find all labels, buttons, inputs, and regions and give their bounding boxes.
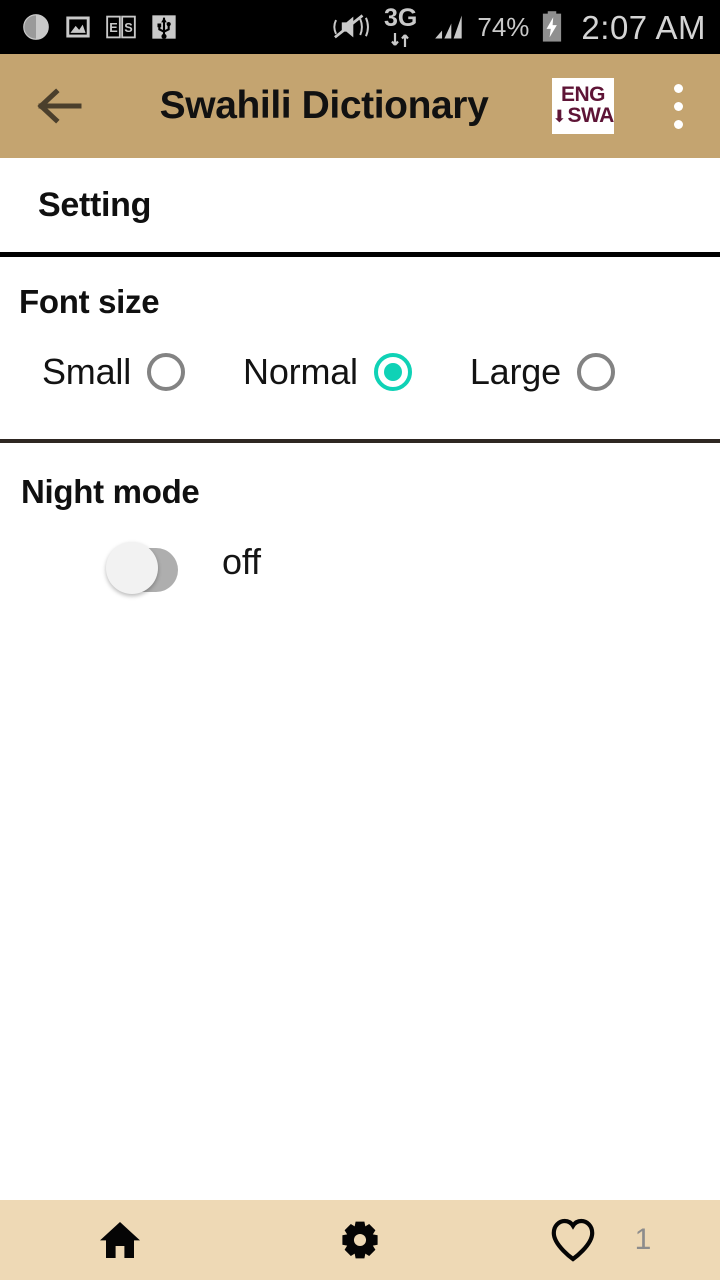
font-size-option-large-label: Large <box>469 351 561 392</box>
es-dictionary-icon: E S <box>106 15 136 39</box>
night-mode-state-label: off <box>222 541 261 582</box>
app-title: Swahili Dictionary <box>159 84 489 127</box>
back-button[interactable] <box>30 78 86 134</box>
font-size-option-normal-label: Normal <box>243 351 358 392</box>
status-bar: E S 3G 74% 2:07 AM <box>0 0 720 54</box>
gear-icon <box>342 1221 378 1259</box>
nav-item-settings[interactable] <box>240 1200 480 1280</box>
battery-charging-icon <box>543 11 562 42</box>
svg-text:S: S <box>124 21 132 35</box>
battery-percent-label: 74% <box>477 12 530 42</box>
page-title: Setting <box>38 185 152 224</box>
clock-label: 2:07 AM <box>581 8 706 46</box>
overflow-dot <box>673 101 683 111</box>
app-root: E S 3G 74% 2:07 AM Swahili Dictionary EN… <box>0 0 720 1280</box>
overflow-dot <box>673 119 683 129</box>
logo-down-arrow-icon: ⬇ <box>552 106 567 126</box>
contrast-icon <box>23 14 49 40</box>
mute-vibrate-icon <box>333 14 369 39</box>
favorites-count-label: 1 <box>634 1223 652 1256</box>
nav-item-favorites[interactable]: 1 <box>480 1200 720 1280</box>
night-mode-row: off <box>0 541 720 594</box>
usb-icon <box>152 15 176 39</box>
nav-item-home[interactable] <box>0 1200 240 1280</box>
font-size-radio-group: Small Normal Large <box>0 351 720 393</box>
overflow-menu-button[interactable] <box>658 76 698 136</box>
radio-small-icon[interactable] <box>147 353 186 391</box>
font-size-option-small[interactable]: Small <box>42 351 186 393</box>
radio-large-icon[interactable] <box>576 353 615 391</box>
back-arrow-icon <box>37 88 82 124</box>
font-size-option-small-label: Small <box>42 351 132 392</box>
logo-bottom-row: ⬇ SWA <box>552 104 614 127</box>
data-transfer-icon <box>390 33 409 47</box>
night-mode-toggle[interactable] <box>106 542 178 594</box>
logo-eng-text: ENG <box>560 83 606 107</box>
status-bar-left-icons: E S <box>22 13 178 41</box>
bottom-navigation-bar: 1 <box>0 1200 720 1280</box>
status-bar-right-icons: 3G 74% 2:07 AM <box>328 6 706 48</box>
night-mode-section: Night mode off <box>0 443 720 594</box>
image-icon <box>66 16 90 38</box>
settings-content: Setting Font size Small Normal Large Nig… <box>0 158 720 1200</box>
app-bar: Swahili Dictionary ENG ⬇ SWA <box>0 54 720 158</box>
logo-swa-text: SWA <box>567 104 614 127</box>
overflow-dot <box>673 83 683 93</box>
signal-bars-icon <box>435 15 463 39</box>
network-status: 3G <box>384 6 417 48</box>
home-icon <box>100 1222 140 1258</box>
radio-normal-icon[interactable] <box>373 353 412 391</box>
font-size-option-large[interactable]: Large <box>470 351 615 393</box>
toggle-thumb[interactable] <box>106 542 158 594</box>
svg-text:E: E <box>109 21 117 35</box>
night-mode-label: Night mode <box>21 473 200 510</box>
font-size-section: Font size Small Normal Large <box>0 257 720 393</box>
network-type-label: 3G <box>384 4 418 32</box>
app-logo[interactable]: ENG ⬇ SWA <box>552 78 614 134</box>
page-title-section: Setting <box>0 158 720 252</box>
font-size-label: Font size <box>19 283 160 320</box>
heart-icon <box>551 1218 594 1262</box>
font-size-option-normal[interactable]: Normal <box>243 351 412 393</box>
